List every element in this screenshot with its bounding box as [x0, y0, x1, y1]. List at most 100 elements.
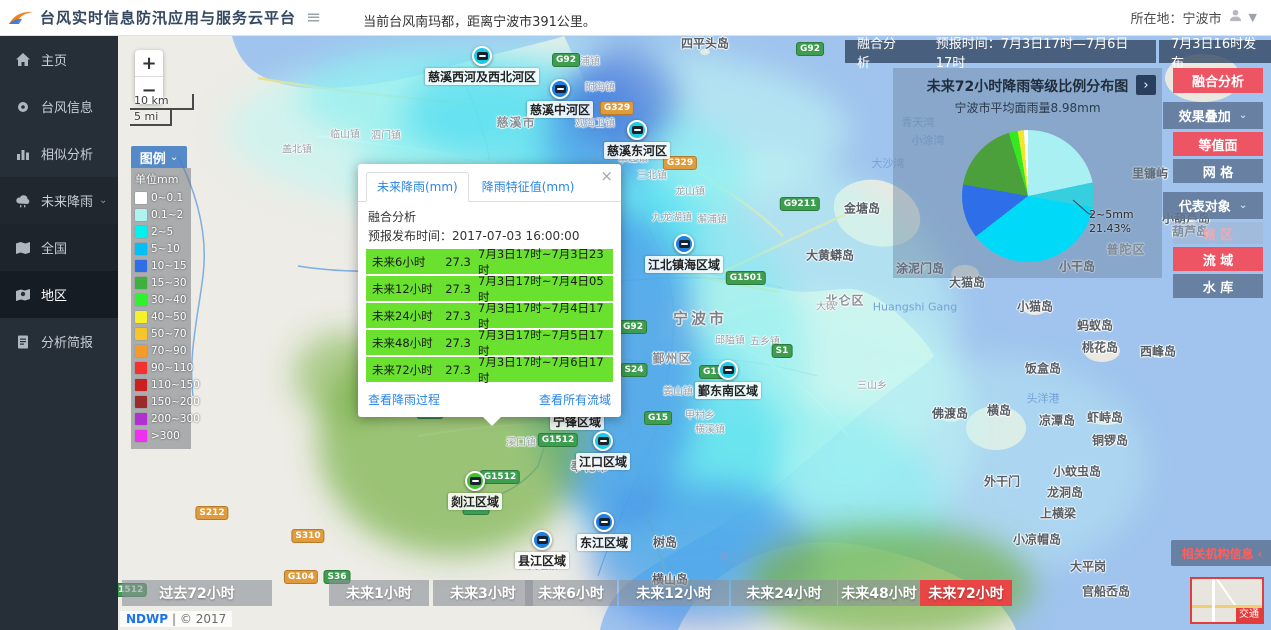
dam-glyph [597, 437, 608, 445]
region-marker-东江区域[interactable]: 东江区域 [577, 512, 631, 551]
table-row[interactable]: 未来12小时27.37月3日17时~7月4日05时 [366, 276, 613, 301]
chevron-down-icon[interactable]: ▼ [1249, 11, 1257, 24]
copyright-brand[interactable]: NDWP [126, 612, 168, 626]
road-badge-G1512: G1512 [538, 433, 578, 447]
popup-tab-未来降雨(mm)[interactable]: 未来降雨(mm) [366, 172, 469, 202]
legend-color-swatch [135, 243, 147, 255]
pie-chart-subtitle: 宁波市平均面雨量8.98mm [893, 99, 1162, 116]
sidebar-item-主页[interactable]: 主页 [0, 36, 118, 83]
layer-toggle-流域[interactable]: 流 域 [1173, 247, 1263, 271]
sidebar-item-label: 主页 [41, 50, 67, 69]
layer-toggle-等值面[interactable]: 等值面 [1173, 132, 1263, 156]
legend-color-swatch [135, 345, 147, 357]
legend-item: 5~10 [135, 240, 187, 257]
zoom-in-button[interactable]: + [135, 50, 163, 77]
sidebar-item-台风信息[interactable]: 台风信息 [0, 83, 118, 130]
legend-item: >300 [135, 427, 187, 444]
dam-glyph [678, 240, 689, 248]
time-range-button-未来12小时[interactable]: 未来12小时 [619, 580, 729, 606]
legend-item: 15~30 [135, 274, 187, 291]
reservoir-icon [627, 120, 647, 140]
layer-group-header-代表对象[interactable]: 代表对象⌄ [1163, 192, 1263, 219]
legend-color-swatch [135, 362, 147, 374]
rain-forecast-popup: × 未来降雨(mm)降雨特征值(mm) 融合分析 预报发布时间：2017-07-… [358, 164, 621, 417]
time-range-button-未来24小时[interactable]: 未来24小时 [731, 580, 837, 606]
value-cell: 27.3 [438, 255, 478, 269]
layer-toggle-水库[interactable]: 水 库 [1173, 274, 1263, 298]
report-icon [15, 334, 31, 350]
time-range-button-未来3小时[interactable]: 未来3小时 [433, 580, 533, 606]
panel-collapse-button[interactable]: › [1136, 75, 1156, 95]
hamburger-icon[interactable]: ≡ [306, 7, 321, 28]
region-marker-江北镇海区域[interactable]: 江北镇海区域 [645, 234, 723, 273]
legend-item-label: 30~40 [151, 294, 187, 306]
view-all-basins-link[interactable]: 查看所有流域 [539, 391, 611, 408]
time-range-button-过去72小时[interactable]: 过去72小时 [122, 580, 272, 606]
time-range-button-未来1小时[interactable]: 未来1小时 [329, 580, 429, 606]
sidebar-item-全国[interactable]: 全国 [0, 224, 118, 271]
layer-toggle-辖区[interactable]: 辖 区 [1173, 222, 1263, 244]
location-label: 所在地：宁波市 [1131, 8, 1222, 27]
road-badge-G104: G104 [284, 570, 318, 584]
table-row[interactable]: 未来24小时27.37月3日17时~7月4日17时 [366, 303, 613, 328]
legend-color-swatch [135, 379, 147, 391]
legend-item-label: 0.1~2 [151, 209, 183, 221]
map-canvas[interactable]: + − 10 km 5 mi 图例 ⌄ 单位mm 0~0.10.1~22~55~… [118, 36, 1271, 630]
sidebar-item-label: 地区 [41, 285, 67, 304]
table-row[interactable]: 未来72小时27.37月3日17时~7月6日17时 [366, 357, 613, 382]
region-marker-鄞东南区域[interactable]: 鄞东南区域 [695, 360, 761, 399]
minimap-thumbnail[interactable]: 交通 [1190, 577, 1264, 624]
legend-header[interactable]: 图例 ⌄ [131, 146, 187, 168]
fusion-analysis-label[interactable]: 融合分析 [857, 36, 906, 71]
dam-glyph [469, 477, 480, 485]
sidebar-item-未来降雨[interactable]: 未来降雨⌄ [0, 177, 118, 224]
reservoir-icon [472, 46, 492, 66]
region-marker-慈溪西河及西北河区[interactable]: 慈溪西河及西北河区 [425, 46, 539, 85]
legend-item-label: 70~90 [151, 345, 187, 357]
dam-glyph [536, 536, 547, 544]
table-row[interactable]: 未来48小时27.37月3日17时~7月5日17时 [366, 330, 613, 355]
period-cell: 未来72小时 [366, 362, 438, 378]
copyright-suffix: | © 2017 [172, 612, 226, 626]
layer-group-label: 代表对象 [1179, 196, 1231, 215]
legend-item: 150~200 [135, 393, 187, 410]
dam-glyph [554, 85, 565, 93]
legend-item: 0~0.1 [135, 189, 187, 206]
layer-group-header-效果叠加[interactable]: 效果叠加⌄ [1163, 102, 1263, 129]
popup-tab-降雨特征值(mm)[interactable]: 降雨特征值(mm) [471, 172, 586, 202]
legend-item-label: 15~30 [151, 277, 187, 289]
time-range-button-未来72小时[interactable]: 未来72小时 [920, 580, 1012, 606]
road-badge-G92: G92 [796, 42, 824, 56]
road-badge-G92: G92 [619, 320, 647, 334]
sidebar-item-相似分析[interactable]: 相似分析 [0, 130, 118, 177]
related-org-info-button[interactable]: 相关机构信息 ‹ [1171, 540, 1271, 566]
fusion-analysis-button[interactable]: 融合分析 [1173, 68, 1263, 93]
user-icon[interactable] [1228, 8, 1243, 27]
region-marker-县江区域[interactable]: 县江区域 [515, 530, 569, 569]
sidebar-nav: 主页台风信息相似分析未来降雨⌄全国地区分析简报 [0, 36, 118, 630]
chevron-down-icon: ⌄ [99, 195, 107, 206]
layer-toggle-网格[interactable]: 网 格 [1173, 159, 1263, 183]
region-marker-江口区域[interactable]: 江口区域 [576, 431, 630, 470]
time-range-button-未来48小时[interactable]: 未来48小时 [838, 580, 920, 606]
time-range-button-未来6小时[interactable]: 未来6小时 [525, 580, 617, 606]
region-marker-剡江区域[interactable]: 剡江区域 [448, 471, 502, 510]
close-icon[interactable]: × [600, 169, 613, 184]
region-marker-label: 剡江区域 [448, 493, 502, 510]
region-marker-慈溪中河区[interactable]: 慈溪中河区 [527, 79, 593, 118]
table-row[interactable]: 未来6小时27.37月3日17时~7月3日23时 [366, 249, 613, 274]
sidebar-item-label: 相似分析 [41, 144, 93, 163]
road-badge-G9211: G9211 [780, 197, 820, 211]
map-scale-bar: 10 km 5 mi [130, 94, 194, 126]
rain-level-pie-chart[interactable] [962, 130, 1094, 262]
legend-item: 0.1~2 [135, 206, 187, 223]
region-marker-慈溪东河区[interactable]: 慈溪东河区 [604, 120, 670, 159]
sidebar-item-分析简报[interactable]: 分析简报 [0, 318, 118, 365]
road-badge-G92: G92 [552, 53, 580, 67]
period-cell: 未来24小时 [366, 308, 438, 324]
legend-color-swatch [135, 209, 147, 221]
publish-time-bar: 7月3日16时发布 [1159, 40, 1271, 63]
sidebar-item-地区[interactable]: 地区 [0, 271, 118, 318]
view-rain-process-link[interactable]: 查看降雨过程 [368, 391, 440, 408]
region-marker-label: 慈溪东河区 [604, 142, 670, 159]
